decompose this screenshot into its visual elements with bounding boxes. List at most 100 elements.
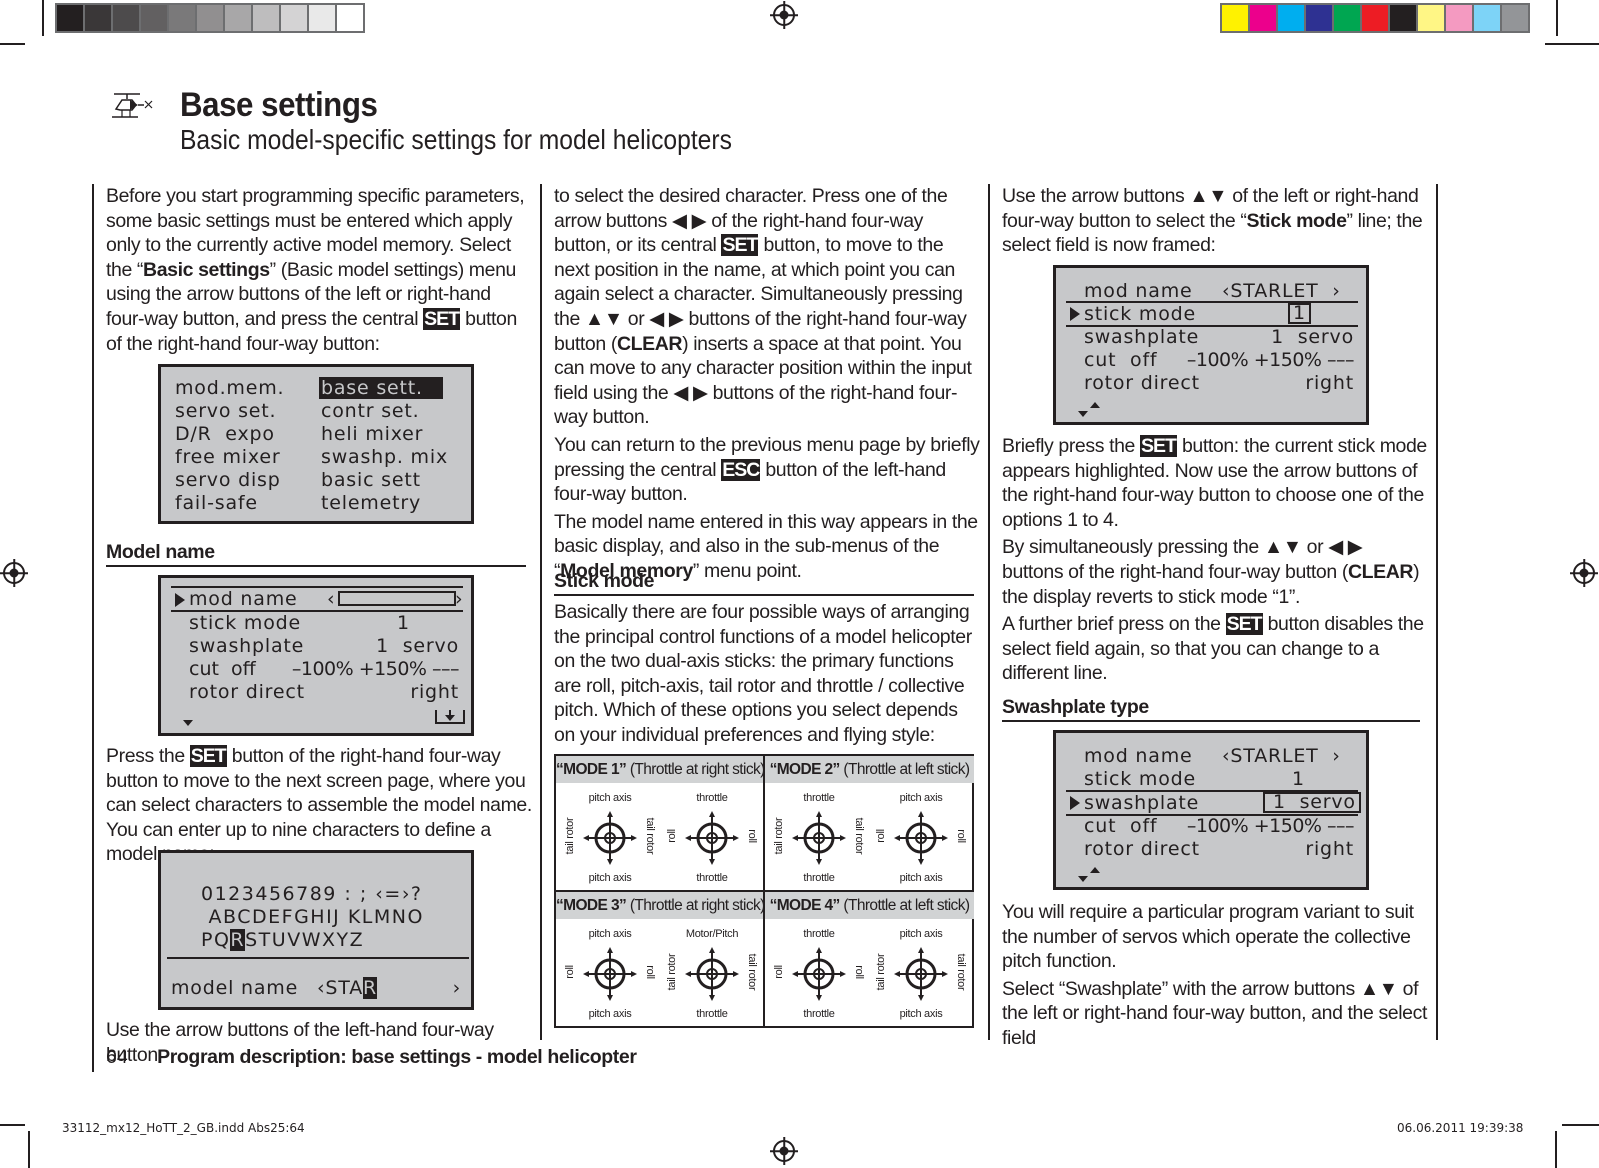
menu-item[interactable]: contr set. bbox=[321, 400, 420, 422]
selected-character[interactable]: R bbox=[230, 929, 246, 951]
model-name-input[interactable] bbox=[338, 591, 456, 606]
stick-crosshair-icon bbox=[894, 947, 948, 1001]
intro-paragraph: Before you start programming specific pa… bbox=[106, 185, 525, 355]
crop-mark bbox=[1562, 1124, 1599, 1126]
crop-mark bbox=[0, 1124, 25, 1126]
crop-mark bbox=[42, 0, 44, 36]
scroll-down-icon bbox=[1078, 876, 1088, 882]
lcd-stick-mode: mod name ‹STARLET › stick mode 1 swashpl… bbox=[1053, 265, 1369, 425]
set-key-badge: SET bbox=[189, 745, 227, 767]
color-swatch bbox=[1474, 5, 1500, 31]
crop-mark bbox=[0, 43, 25, 45]
axis-label-right: tail rotor bbox=[853, 817, 865, 855]
swashplate-select[interactable]: 1 servo bbox=[1263, 792, 1361, 813]
stick-crosshair-icon bbox=[685, 947, 739, 1001]
registration-mark-icon bbox=[773, 1140, 795, 1162]
menu-item[interactable]: fail-safe bbox=[175, 492, 258, 514]
color-swatch bbox=[57, 5, 83, 31]
footer-section-title: Program description: base settings - mod… bbox=[157, 1046, 637, 1068]
color-swatch bbox=[1418, 5, 1444, 31]
axis-label-right: tail rotor bbox=[644, 817, 656, 855]
slug-file-info: 33112_mx12_HoTT_2_GB.indd Abs25:64 bbox=[62, 1121, 305, 1135]
crop-mark bbox=[28, 1131, 30, 1168]
axis-label-top: pitch axis bbox=[588, 792, 632, 804]
stick-mode-paragraph: Basically there are four possible ways o… bbox=[554, 601, 972, 746]
color-swatch bbox=[1222, 5, 1248, 31]
color-swatch bbox=[225, 5, 251, 31]
axis-label-top: pitch axis bbox=[899, 928, 943, 940]
section-heading-model-name: Model name bbox=[106, 541, 215, 563]
axis-label-left: roll bbox=[875, 829, 887, 843]
menu-item[interactable]: D/R expo bbox=[175, 423, 275, 445]
axis-label-bottom: pitch axis bbox=[588, 1008, 632, 1020]
set-key-badge: SET bbox=[721, 234, 759, 257]
stick-crosshair-icon bbox=[792, 947, 846, 1001]
esc-key-badge: ESC bbox=[721, 458, 760, 481]
row-pointer-icon bbox=[1070, 307, 1080, 321]
page-subtitle: Basic model-specific settings for model … bbox=[180, 124, 732, 155]
row-pointer-icon bbox=[1070, 796, 1080, 810]
row-pointer-icon bbox=[175, 593, 185, 607]
color-calibration-bar bbox=[1220, 3, 1530, 33]
column-rule bbox=[92, 184, 94, 1072]
axis-label-right: roll bbox=[746, 829, 758, 843]
helicopter-icon bbox=[112, 93, 153, 118]
scroll-down-icon bbox=[183, 720, 193, 726]
menu-item[interactable]: servo disp bbox=[175, 469, 281, 491]
mode-header: “MODE 3” (Throttle at right stick) bbox=[556, 892, 765, 919]
menu-item[interactable]: swashp. mix bbox=[321, 446, 448, 468]
axis-label-left: roll bbox=[773, 965, 785, 979]
lcd-model-name: mod name ‹ › stick mode 1 swashplate 1 s… bbox=[158, 575, 474, 736]
stick-mode-3: “MODE 3” (Throttle at right stick) pitch … bbox=[556, 892, 765, 1028]
stick-crosshair-icon bbox=[583, 811, 637, 865]
stick-mode-2: “MODE 2” (Throttle at left stick) throttl… bbox=[765, 756, 974, 892]
axis-label-bottom: throttle bbox=[803, 1008, 835, 1020]
axis-label-bottom: throttle bbox=[696, 872, 728, 884]
axis-label-top: throttle bbox=[803, 792, 835, 804]
menu-item[interactable]: free mixer bbox=[175, 446, 280, 468]
heading-rule bbox=[554, 594, 974, 596]
axis-label-left: tail rotor bbox=[773, 817, 785, 855]
gray-calibration-bar bbox=[55, 3, 365, 33]
set-key-badge: SET bbox=[1140, 435, 1177, 457]
swashplate-paragraph: You will require a particular program va… bbox=[1002, 901, 1427, 1049]
menu-item[interactable]: basic sett bbox=[321, 469, 421, 491]
registration-mark-icon bbox=[3, 562, 25, 584]
mode-header: “MODE 2” (Throttle at left stick) bbox=[765, 756, 974, 783]
color-swatch bbox=[1390, 5, 1416, 31]
model-name-value[interactable]: ‹STAR bbox=[317, 977, 378, 999]
heading-rule bbox=[1002, 720, 1420, 722]
column-rule bbox=[540, 184, 542, 1040]
axis-label-bottom: throttle bbox=[803, 872, 835, 884]
axis-label-top: throttle bbox=[803, 928, 835, 940]
crop-mark bbox=[1556, 0, 1558, 36]
axis-label-left: roll bbox=[564, 965, 576, 979]
page-footer: 64 Program description: base settings - … bbox=[106, 1046, 637, 1069]
menu-item[interactable]: telemetry bbox=[321, 492, 421, 514]
color-swatch bbox=[141, 5, 167, 31]
column-rule bbox=[1436, 184, 1438, 1040]
stick-crosshair-icon bbox=[685, 811, 739, 865]
column-2: to select the desired character. Press o… bbox=[554, 185, 980, 582]
scroll-up-icon bbox=[1090, 402, 1100, 408]
stick-mode-instructions: Briefly press the SET button: the curren… bbox=[1002, 435, 1427, 685]
axis-label-right: roll bbox=[644, 965, 656, 979]
axis-label-top: pitch axis bbox=[899, 792, 943, 804]
menu-item[interactable]: heli mixer bbox=[321, 423, 423, 445]
stick-mode-select[interactable]: 1 bbox=[1288, 303, 1311, 324]
set-key-badge: SET bbox=[423, 307, 461, 330]
menu-item[interactable]: mod.mem. bbox=[175, 377, 284, 399]
stick-crosshair-icon bbox=[894, 811, 948, 865]
color-swatch bbox=[1306, 5, 1332, 31]
page-title: Base settings bbox=[180, 86, 378, 124]
stick-crosshair-icon bbox=[583, 947, 637, 1001]
set-key-badge: SET bbox=[1225, 613, 1263, 636]
menu-item-selected[interactable]: base sett. bbox=[319, 377, 443, 399]
heading-rule bbox=[106, 565, 526, 567]
axis-label-right: roll bbox=[955, 829, 967, 843]
column-3: Use the arrow buttons ▲▼ of the left or … bbox=[1002, 185, 1423, 257]
stick-mode-table: “MODE 1” (Throttle at right stick) pitch … bbox=[554, 754, 974, 1028]
axis-label-bottom: pitch axis bbox=[899, 1008, 943, 1020]
save-icon bbox=[435, 710, 465, 724]
menu-item[interactable]: servo set. bbox=[175, 400, 276, 422]
